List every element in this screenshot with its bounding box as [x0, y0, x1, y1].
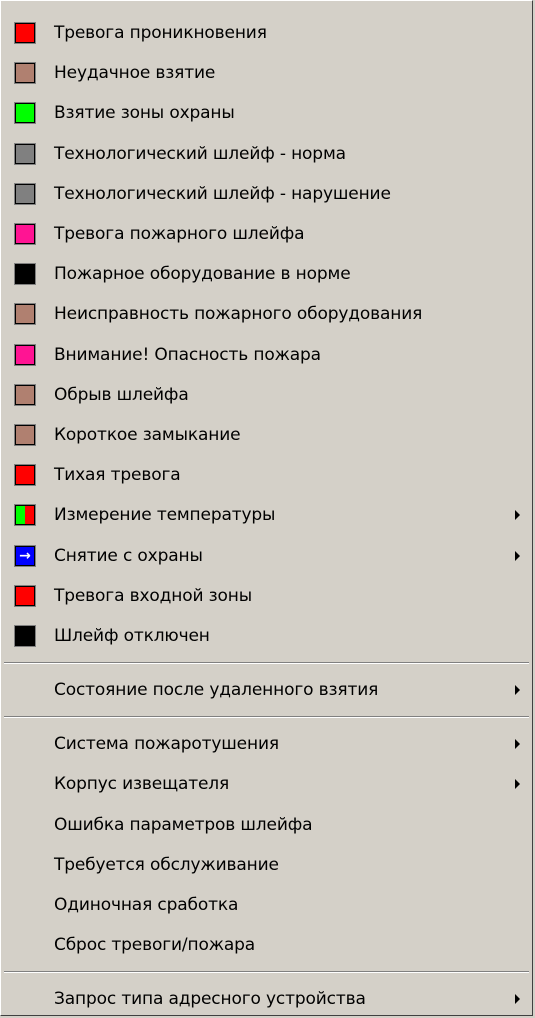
menu-item-label: Запрос типа адресного устройства	[54, 989, 366, 1010]
submenu-arrow-icon	[515, 994, 520, 1005]
black-square-icon	[14, 624, 36, 647]
brown-square-icon	[14, 383, 36, 406]
menu-item-label: Неисправность пожарного оборудования	[54, 304, 423, 325]
black-square-icon	[14, 263, 36, 286]
gray-square-icon	[14, 182, 36, 205]
menu-item[interactable]: Технологический шлейф - нарушение	[1, 174, 532, 214]
menu-item-label: Взятие зоны охраны	[54, 103, 235, 124]
menu-item-label: Шлейф отключен	[54, 625, 210, 646]
menu-item[interactable]: Запрос типа адресного устройства	[1, 979, 532, 1018]
menu-item-label: Технологический шлейф - нарушение	[54, 183, 391, 204]
menu-item[interactable]: Обрыв шлейфа	[1, 375, 532, 415]
menu-item[interactable]: Одиночная сработка	[1, 885, 532, 925]
red-square-icon	[14, 584, 36, 607]
red-square-icon	[14, 22, 36, 45]
menu-item-label: Тихая тревога	[54, 465, 181, 486]
menu-item[interactable]: Технологический шлейф - норма	[1, 134, 532, 174]
menu-item-label: Сброс тревоги/пожара	[54, 935, 256, 956]
menu-item-label: Тревога проникновения	[54, 23, 267, 44]
menu-item-icon-spacer	[15, 895, 35, 915]
menu-item-icon-spacer	[15, 774, 35, 794]
menu-item-icon-spacer	[15, 815, 35, 835]
menu-item-label: Требуется обслуживание	[54, 854, 279, 875]
menu-item-label: Неудачное взятие	[54, 63, 216, 84]
menu-item[interactable]: Короткое замыкание	[1, 415, 532, 455]
menu-separator	[1, 656, 532, 670]
menu-separator	[1, 710, 532, 724]
menu-item[interactable]: Неисправность пожарного оборудования	[1, 294, 532, 334]
menu-item-icon-spacer	[15, 734, 35, 754]
menu-separator	[1, 965, 532, 979]
menu-item-label: Обрыв шлейфа	[54, 384, 189, 405]
menu-item-label: Внимание! Опасность пожара	[54, 344, 321, 365]
submenu-arrow-icon	[515, 510, 520, 521]
pink-square-icon	[14, 223, 36, 246]
menu-item-label: Корпус извещателя	[54, 774, 230, 795]
green-square-icon	[14, 102, 36, 125]
menu-item[interactable]: Состояние после удаленного взятия	[1, 670, 532, 710]
menu-item[interactable]: Тревога пожарного шлейфа	[1, 214, 532, 254]
menu-item[interactable]: Тихая тревога	[1, 455, 532, 495]
context-menu: Тревога проникновения Неудачное взятие Взя…	[0, 0, 533, 1016]
brown-square-icon	[14, 303, 36, 326]
blue-enter-arrow-icon: →	[14, 544, 36, 567]
menu-item-icon-spacer	[15, 989, 35, 1009]
menu-item-label: Состояние после удаленного взятия	[54, 680, 379, 701]
submenu-arrow-icon	[515, 779, 520, 790]
submenu-arrow-icon	[515, 739, 520, 750]
menu-item-icon-spacer	[15, 680, 35, 700]
menu-item[interactable]: Измерение температуры	[1, 495, 532, 535]
menu-item-label: Пожарное оборудование в норме	[54, 264, 351, 285]
menu-item[interactable]: → Снятие с охраны	[1, 535, 532, 575]
menu-item-label: Короткое замыкание	[54, 424, 241, 445]
menu-item[interactable]: Внимание! Опасность пожара	[1, 335, 532, 375]
brown-square-icon	[14, 62, 36, 85]
menu-item[interactable]: Пожарное оборудование в норме	[1, 254, 532, 294]
menu-item-label: Технологический шлейф - норма	[54, 143, 346, 164]
red-square-icon	[14, 464, 36, 487]
menu-item-label: Ошибка параметров шлейфа	[54, 814, 313, 835]
pink-square-icon	[14, 343, 36, 366]
menu-item[interactable]: Взятие зоны охраны	[1, 93, 532, 133]
menu-item[interactable]: Ошибка параметров шлейфа	[1, 805, 532, 845]
menu-item-label: Снятие с охраны	[54, 545, 203, 566]
menu-item[interactable]: Требуется обслуживание	[1, 845, 532, 885]
menu-item-label: Тревога входной зоны	[54, 585, 252, 606]
submenu-arrow-icon	[515, 685, 520, 696]
menu-item[interactable]: Шлейф отключен	[1, 616, 532, 656]
green-red-split-icon	[14, 504, 36, 527]
menu-item-icon-spacer	[15, 855, 35, 875]
menu-item-label: Измерение температуры	[54, 505, 276, 526]
menu-item[interactable]: Неудачное взятие	[1, 53, 532, 93]
menu-item[interactable]: Сброс тревоги/пожара	[1, 925, 532, 965]
gray-square-icon	[14, 142, 36, 165]
menu-item[interactable]: Корпус извещателя	[1, 764, 532, 804]
arrow-glyph: →	[19, 547, 31, 564]
menu-item-label: Тревога пожарного шлейфа	[54, 224, 305, 245]
menu-item-label: Одиночная сработка	[54, 895, 239, 916]
menu-item-label: Система пожаротушения	[54, 734, 279, 755]
submenu-arrow-icon	[515, 550, 520, 561]
menu-item[interactable]: Система пожаротушения	[1, 724, 532, 764]
menu-item-icon-spacer	[15, 935, 35, 955]
brown-square-icon	[14, 423, 36, 446]
menu-item[interactable]: Тревога входной зоны	[1, 576, 532, 616]
menu-item[interactable]: Тревога проникновения	[1, 13, 532, 53]
